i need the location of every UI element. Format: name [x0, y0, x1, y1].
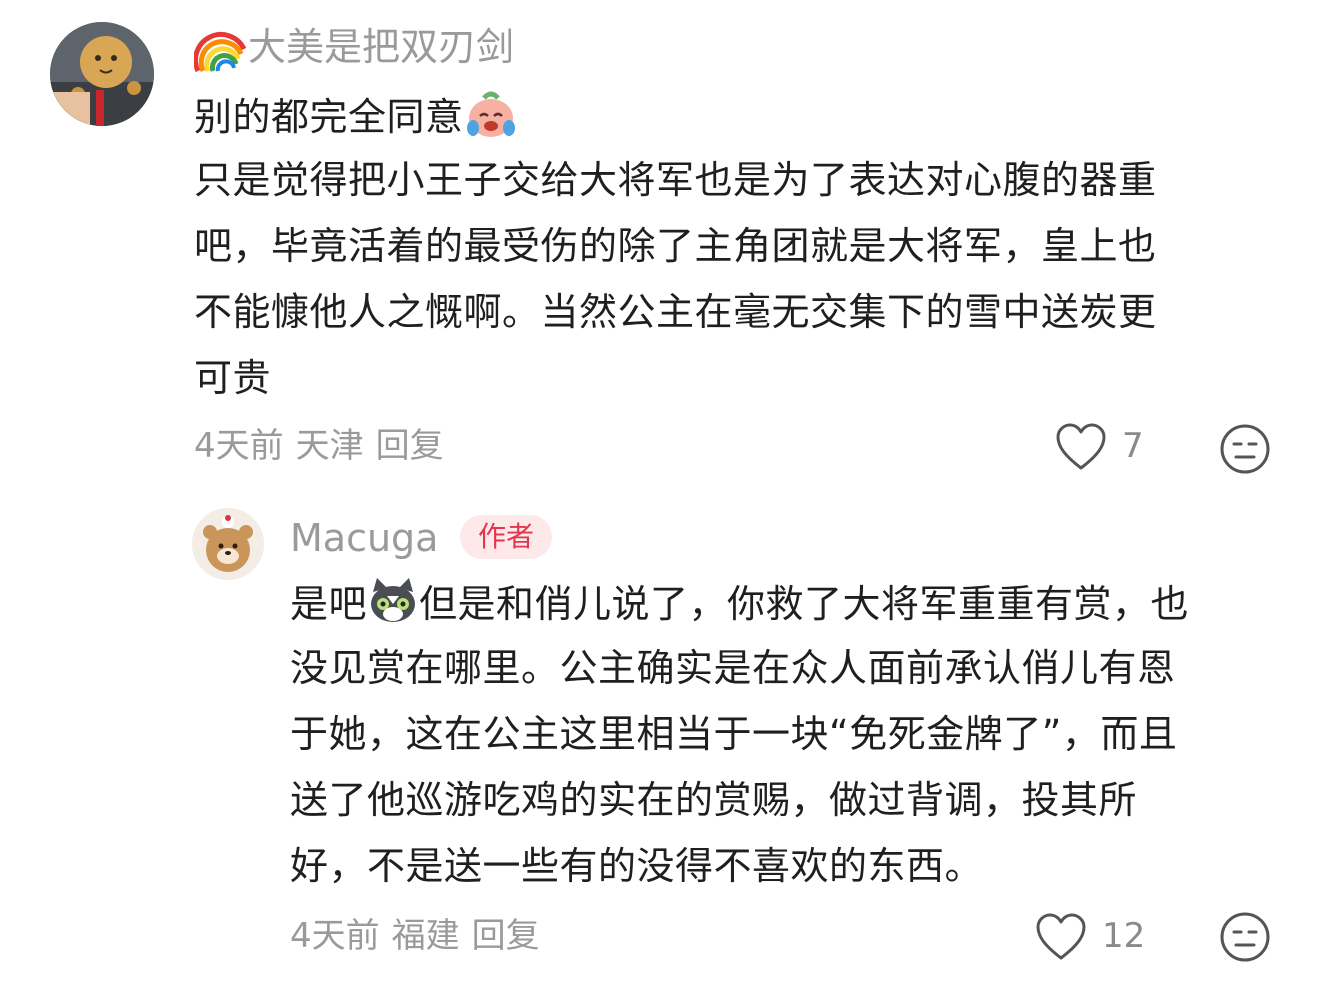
comment-text-line: 好，不是送一些有的没得不喜欢的东西。	[290, 844, 984, 888]
username-text: 大美是把双刃剑	[248, 25, 515, 69]
comment-text-line: 吧，毕竟活着的最受伤的除了主角团就是大将军，皇上也	[194, 224, 1157, 268]
like-count: 12	[1102, 916, 1146, 956]
comment-text-line: 送了他巡游吃鸡的实在的赏赐，做过背调，投其所	[290, 778, 1138, 822]
comment-text-line: 只是觉得把小王子交给大将军也是为了表达对心腹的器重	[194, 158, 1157, 202]
rainbow-emoji	[193, 27, 248, 73]
user-avatar[interactable]	[50, 22, 154, 126]
dislike-button[interactable]	[1218, 422, 1272, 476]
comment-username[interactable]: 大美是把双刃剑	[193, 22, 515, 73]
bear-avatar-icon	[192, 508, 264, 580]
comment-text-line: 于她，这在公主这里相当于一块“免死金牌了”，而且	[290, 712, 1178, 756]
comment-text-line: 不能慷他人之慨啊。当然公主在毫无交集下的雪中送炭更	[194, 290, 1157, 334]
comment-text-line: 没见赏在哪里。公主确实是在众人面前承认俏儿有恩	[290, 646, 1176, 690]
heart-outline-icon	[1056, 423, 1106, 470]
comment-time: 4天前	[290, 916, 380, 956]
unhappy-face-icon	[1220, 424, 1270, 474]
comment-meta: 4天前 天津 回复	[194, 424, 456, 468]
comment-time: 4天前	[194, 426, 284, 466]
crying-laughing-peach-emoji	[464, 88, 518, 151]
like-button[interactable]	[1034, 912, 1088, 962]
like-button[interactable]	[1054, 422, 1108, 472]
author-badge: 作者	[460, 515, 553, 559]
shocked-cat-emoji	[367, 574, 419, 639]
comment-text-line: 可贵	[194, 356, 272, 400]
heart-outline-icon	[1036, 913, 1086, 960]
unhappy-face-icon	[1220, 912, 1270, 962]
comment-location: 福建	[391, 916, 460, 956]
reply-button[interactable]: 回复	[376, 426, 444, 466]
comment-text-line: 是吧 但是和俏儿说了，你救了大将军重重有赏，也	[290, 574, 1189, 639]
comment-meta: 4天前 福建 回复	[290, 914, 552, 958]
comment-text-line: 别的都完全同意	[194, 88, 518, 151]
comment-location: 天津	[295, 426, 364, 466]
user-avatar[interactable]	[192, 508, 264, 580]
dislike-button[interactable]	[1218, 910, 1272, 964]
avatar-photo-icon	[50, 22, 154, 126]
comment-username[interactable]: Macuga	[290, 514, 438, 562]
reply-button[interactable]: 回复	[472, 916, 540, 956]
like-count: 7	[1122, 426, 1144, 466]
